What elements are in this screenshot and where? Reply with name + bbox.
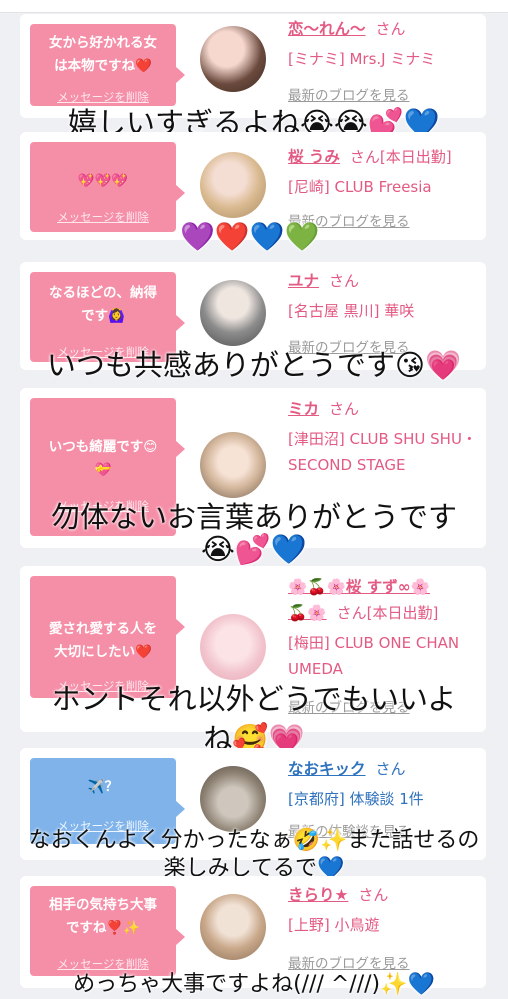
user-name-link[interactable]: ユナ (288, 272, 319, 290)
message-text: 女から好かれる女 は本物ですね❤️ (49, 35, 157, 74)
store-detail: [上野] 小鳥遊 (288, 916, 380, 934)
user-name-link[interactable]: 恋〜れん〜 (288, 20, 366, 38)
message-bubble: 女から好かれる女 は本物ですね❤️ メッセージを削除 (30, 24, 185, 106)
honorific: さん (375, 20, 406, 38)
message-bubble: 相手の気持ち大事 ですね❣️✨ メッセージを削除 (30, 886, 185, 976)
avatar[interactable] (200, 280, 266, 346)
message-text: ✈️？ (87, 779, 119, 795)
user-name-link[interactable]: ミカ (288, 400, 319, 418)
honorific: さん (375, 760, 406, 778)
store-detail: [名古屋 黒川] 華咲 (288, 302, 415, 320)
honorific: さん (358, 886, 389, 904)
message-text: 相手の気持ち大事 ですね❣️✨ (49, 897, 157, 936)
avatar[interactable] (200, 894, 266, 960)
overlay-caption: めっちゃ大事ですよね(/// ^///)✨💙 (73, 972, 435, 997)
store-detail: [ミナミ] Mrs.J ミナミ (288, 50, 436, 68)
avatar[interactable] (200, 152, 266, 218)
store-detail: [梅田] CLUB ONE CHAN UMEDA (288, 634, 460, 678)
user-name-link[interactable]: きらり★ (288, 886, 348, 904)
overlay-caption: 💜❤️💙💚 (180, 220, 320, 253)
overlay-caption: いつも共感ありがとうです😘💗 (46, 348, 462, 382)
store-detail: [津田沼] CLUB SHU SHU・SECOND STAGE (288, 430, 477, 474)
store-detail: [京都府] 体験談 1件 (288, 790, 424, 808)
message-text: いつも綺麗です😊 💝 (48, 439, 158, 478)
overlay-caption: ホントそれ以外どうでもいいよ (51, 682, 457, 716)
avatar[interactable] (200, 432, 266, 498)
message-text: 愛され愛する人を 大切にしたい❤️ (49, 621, 157, 660)
store-detail: [尼崎] CLUB Freesia (288, 178, 432, 196)
user-name-link[interactable]: 桜 うみ (288, 148, 340, 166)
honorific: さん (329, 400, 360, 418)
honorific: さん (329, 272, 360, 290)
user-name-link[interactable]: なおキック (288, 760, 366, 778)
top-divider (0, 0, 508, 13)
avatar[interactable] (200, 26, 266, 92)
avatar[interactable] (200, 614, 266, 680)
overlay-caption: 勿体ないお言葉ありがとうです (50, 500, 457, 534)
honorific: さん[本日出勤] (349, 148, 452, 166)
honorific: さん[本日出勤] (336, 604, 439, 622)
message-text: 💖💖💖 (77, 173, 129, 189)
overlay-caption: 😭💕💙 (200, 532, 308, 566)
message-text: なるほどの、納得 です🙆‍♀️ (49, 285, 157, 324)
message-bubble: 💖💖💖 メッセージを削除 (30, 142, 185, 232)
